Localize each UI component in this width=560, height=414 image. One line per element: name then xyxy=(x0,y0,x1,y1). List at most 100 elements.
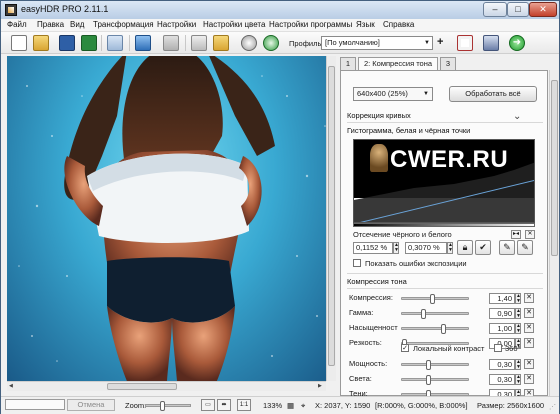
profile-label: Профиль: xyxy=(289,39,324,48)
reset-icon[interactable]: ✕ xyxy=(524,323,534,333)
zoom-label: Zoom: xyxy=(125,401,147,410)
white-point-picker-icon[interactable]: ✎ xyxy=(517,240,533,255)
menu-edit[interactable]: Правка xyxy=(37,20,64,29)
status-bar: Отмена Zoom: ▭ ⬌ 1:1 133% ▦ ⌖ X: 2037, Y… xyxy=(1,396,559,414)
slider-thumb[interactable] xyxy=(421,309,426,319)
canvas-vertical-scrollbar[interactable] xyxy=(326,56,336,381)
histogram[interactable]: CWER.RU xyxy=(353,139,535,223)
profile-select[interactable]: [По умолчанию] ▼ xyxy=(321,36,433,50)
reset-icon[interactable]: ✕ xyxy=(524,308,534,318)
process-all-button[interactable]: Обработать всё xyxy=(449,86,537,102)
deg360-checkbox[interactable] xyxy=(494,344,502,352)
slider-value-field[interactable]: 1,00 xyxy=(489,323,515,334)
copy-icon[interactable] xyxy=(107,35,123,51)
window-title: easyHDR PRO 2.11.1 xyxy=(21,4,109,14)
slider-spinner[interactable]: ▲▼ xyxy=(515,374,521,385)
menu-language[interactable]: Язык xyxy=(356,20,375,29)
clip-white-spinner[interactable]: ▲ ▼ xyxy=(447,242,453,254)
slider-value-field[interactable]: 0,30 xyxy=(489,359,515,370)
zoom-slider[interactable] xyxy=(145,401,191,411)
settings-icon[interactable] xyxy=(241,35,257,51)
black-point-picker-icon[interactable]: ✎ xyxy=(499,240,515,255)
cancel-button[interactable]: Отмена xyxy=(67,399,115,411)
minimize-button[interactable]: – xyxy=(483,2,507,17)
menu-program-settings[interactable]: Настройки программы xyxy=(269,20,352,29)
zoom-slider-thumb[interactable] xyxy=(160,401,165,411)
menu-view[interactable]: Вид xyxy=(70,20,84,29)
tab-3[interactable]: 3 xyxy=(440,57,456,70)
menu-settings[interactable]: Настройки xyxy=(157,20,196,29)
slider-label: Насыщенност xyxy=(349,323,398,332)
slider-thumb[interactable] xyxy=(441,324,446,334)
slider-spinner[interactable]: ▲▼ xyxy=(515,359,521,370)
batch-open-icon[interactable] xyxy=(191,35,207,51)
scrollbar-thumb[interactable] xyxy=(107,383,177,390)
lock-icon[interactable]: 🔒︎ xyxy=(457,240,473,255)
menu-color-settings[interactable]: Настройки цвета xyxy=(203,20,265,29)
reset-icon[interactable]: ✕ xyxy=(524,338,534,348)
local-contrast-checkbox[interactable]: ✓ xyxy=(401,344,409,352)
histogram-curve xyxy=(354,162,534,222)
maximize-button[interactable]: □ xyxy=(507,2,529,17)
scroll-right-icon[interactable]: ▶ xyxy=(318,383,322,389)
slider-spinner[interactable]: ▲▼ xyxy=(515,308,521,319)
slider-thumb[interactable] xyxy=(430,294,435,304)
collapse-chevron-icon[interactable]: ⌄ xyxy=(513,111,521,122)
previous-icon[interactable] xyxy=(135,35,151,51)
save-as-icon[interactable] xyxy=(81,35,97,51)
slider-value-field[interactable]: 1,40 xyxy=(489,293,515,304)
slider-track[interactable] xyxy=(401,360,469,370)
add-profile-button[interactable]: + xyxy=(437,36,443,48)
scroll-left-icon[interactable]: ◀ xyxy=(9,383,13,389)
slider-value-field[interactable]: 0,30 xyxy=(489,374,515,385)
menu-file[interactable]: Файл xyxy=(7,20,27,29)
slider-value-field[interactable]: 0,90 xyxy=(489,308,515,319)
fit-width-icon[interactable]: ⬌ xyxy=(217,399,231,411)
clip-black-field[interactable]: 0,1152 % xyxy=(353,242,393,254)
slider-spinner[interactable]: ▲▼ xyxy=(515,323,521,334)
options-icon[interactable] xyxy=(263,35,279,51)
toolbar: Профиль: [По умолчанию] ▼ + ➜ xyxy=(1,32,559,54)
go-icon[interactable]: ➜ xyxy=(509,35,525,51)
tab-1[interactable]: 1 xyxy=(340,57,356,70)
clip-white-field[interactable]: 0,3070 % xyxy=(405,242,447,254)
curves-header[interactable]: Коррекция кривых xyxy=(347,111,411,120)
clip-black-spinner[interactable]: ▲ ▼ xyxy=(393,242,399,254)
batch-export-icon[interactable] xyxy=(213,35,229,51)
report-icon[interactable] xyxy=(457,35,473,51)
fit-window-icon[interactable]: ▭ xyxy=(201,399,215,411)
slider-track[interactable] xyxy=(401,375,469,385)
slider-thumb[interactable] xyxy=(426,375,431,385)
save-icon[interactable] xyxy=(59,35,75,51)
scrollbar-thumb[interactable] xyxy=(328,66,335,366)
close-button[interactable]: ✕ xyxy=(529,2,557,17)
open-folder-icon[interactable] xyxy=(33,35,49,51)
slider-label: Света: xyxy=(349,374,372,383)
check-icon[interactable]: ✔ xyxy=(475,240,491,255)
scrollbar-thumb[interactable] xyxy=(551,80,558,256)
reset-icon[interactable]: ✕ xyxy=(524,374,534,384)
canvas-horizontal-scrollbar[interactable]: ◀ ▶ xyxy=(7,381,326,391)
reset-icon[interactable]: ✕ xyxy=(524,359,534,369)
show-errors-checkbox[interactable] xyxy=(353,259,361,267)
panel-vertical-scrollbar[interactable] xyxy=(549,70,559,396)
resize-grip-icon[interactable]: ⋰ xyxy=(549,403,556,411)
tab-tone-compression[interactable]: 2: Компрессия тона xyxy=(358,57,438,71)
divider xyxy=(347,288,543,289)
new-file-icon[interactable] xyxy=(11,35,27,51)
slider-spinner[interactable]: ▲▼ xyxy=(515,293,521,304)
slider-thumb[interactable] xyxy=(426,360,431,370)
slider-track[interactable] xyxy=(401,324,469,334)
actual-size-icon[interactable]: 1:1 xyxy=(237,399,251,411)
reset-levels-icon[interactable]: ✕ xyxy=(525,230,535,239)
auto-levels-icon[interactable]: ▸◂ xyxy=(511,230,521,239)
menu-help[interactable]: Справка xyxy=(383,20,414,29)
reset-icon[interactable]: ✕ xyxy=(524,293,534,303)
next-icon[interactable] xyxy=(163,35,179,51)
slider-track[interactable] xyxy=(401,309,469,319)
resize-select[interactable]: 640x400 (25%) ▼ xyxy=(353,87,433,101)
box-icon[interactable] xyxy=(483,35,499,51)
slider-track[interactable] xyxy=(401,294,469,304)
menu-transform[interactable]: Трансформация xyxy=(93,20,154,29)
image-preview[interactable] xyxy=(7,56,334,381)
